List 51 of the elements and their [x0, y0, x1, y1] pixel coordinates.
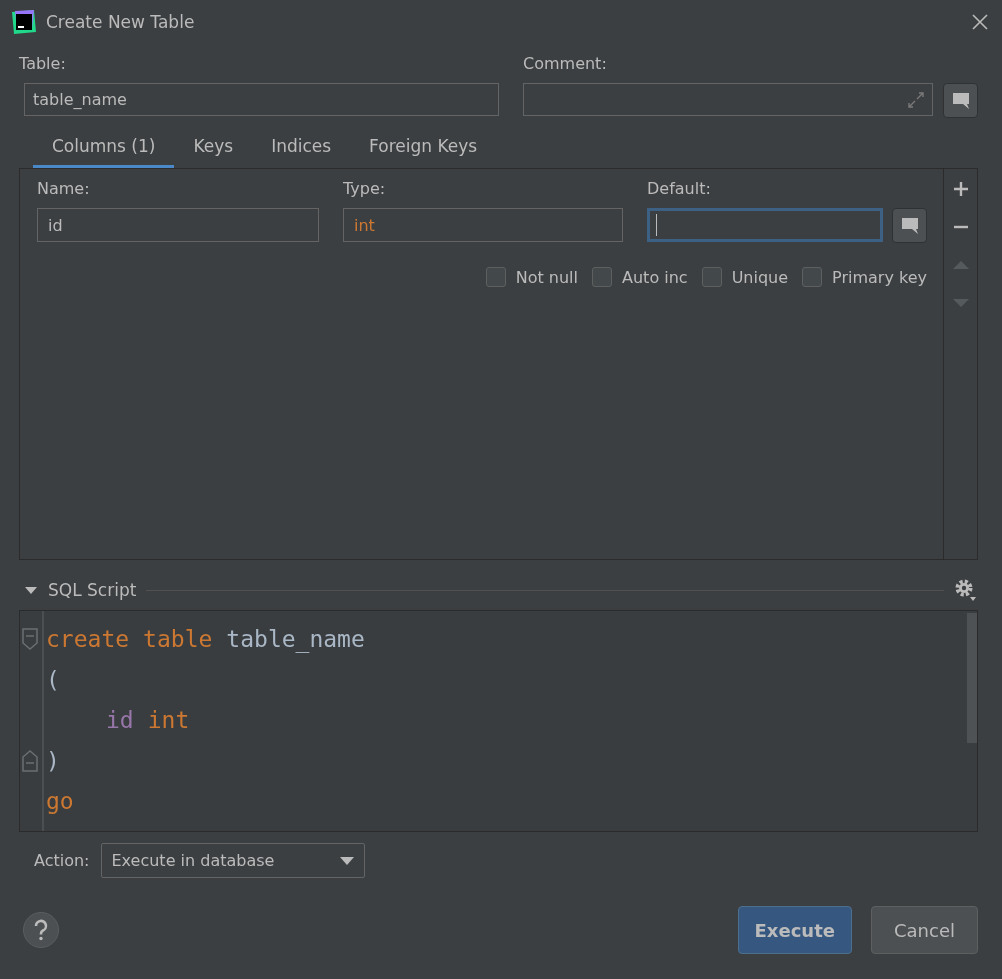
help-button[interactable]: [23, 912, 59, 948]
checkbox-label: Primary key: [832, 267, 927, 287]
code-token: table: [143, 626, 213, 653]
checkbox-label: Auto inc: [622, 267, 688, 287]
execute-button[interactable]: Execute: [737, 906, 852, 954]
app-logo-icon: [12, 10, 36, 34]
fold-marker-icon[interactable]: [21, 628, 39, 650]
field-label: Default:: [647, 179, 712, 198]
comment-label: Comment:: [523, 54, 608, 73]
code-token: create: [46, 626, 130, 653]
code-token: int: [147, 707, 190, 734]
speech-bubble-icon: [950, 91, 971, 110]
tab[interactable]: Foreign Keys: [350, 136, 497, 168]
window-title: Create New Table: [46, 12, 196, 32]
sql-script-toggle[interactable]: SQL Script: [24, 580, 137, 600]
checkbox[interactable]: [701, 267, 722, 287]
checkbox[interactable]: [592, 267, 612, 287]
field-label: Type:: [343, 179, 387, 198]
close-icon[interactable]: [970, 12, 990, 32]
code-token: (: [46, 666, 60, 693]
speech-bubble-icon: [899, 216, 920, 235]
field-label: Name:: [37, 179, 91, 198]
sql-editor[interactable]: create table table_name ( id int ) go: [19, 610, 978, 832]
comment-field[interactable]: [523, 83, 933, 116]
tab[interactable]: Keys: [174, 136, 253, 168]
code-token: go: [46, 788, 74, 815]
column-name-field[interactable]: id: [37, 208, 319, 242]
checkbox-label: Unique: [731, 267, 789, 287]
expand-icon[interactable]: [908, 92, 924, 108]
settings-icon[interactable]: [954, 578, 978, 602]
table-name-field[interactable]: table_name: [24, 83, 499, 116]
table-label: Table:: [19, 54, 67, 73]
code-token: table_name: [226, 626, 365, 653]
default-value-field[interactable]: [647, 208, 883, 242]
action-dropdown[interactable]: Execute in database: [100, 843, 365, 878]
tab[interactable]: Indices: [252, 136, 351, 168]
comment-edit-button[interactable]: [943, 83, 978, 118]
fold-marker-icon[interactable]: [21, 749, 39, 772]
dropdown-arrow-icon: [339, 856, 354, 865]
cancel-button[interactable]: Cancel: [871, 906, 978, 954]
code-token: id: [106, 707, 134, 734]
default-edit-button[interactable]: [892, 208, 927, 243]
column-type-field[interactable]: int: [343, 208, 623, 242]
code-token: ): [46, 747, 60, 774]
action-label: Action:: [34, 851, 90, 870]
tab[interactable]: Columns (1): [33, 136, 175, 168]
caret-icon: [24, 585, 38, 595]
scrollbar[interactable]: [967, 613, 977, 743]
checkbox[interactable]: [485, 267, 506, 287]
checkbox[interactable]: [802, 267, 823, 287]
checkbox-label: Not null: [515, 267, 578, 287]
